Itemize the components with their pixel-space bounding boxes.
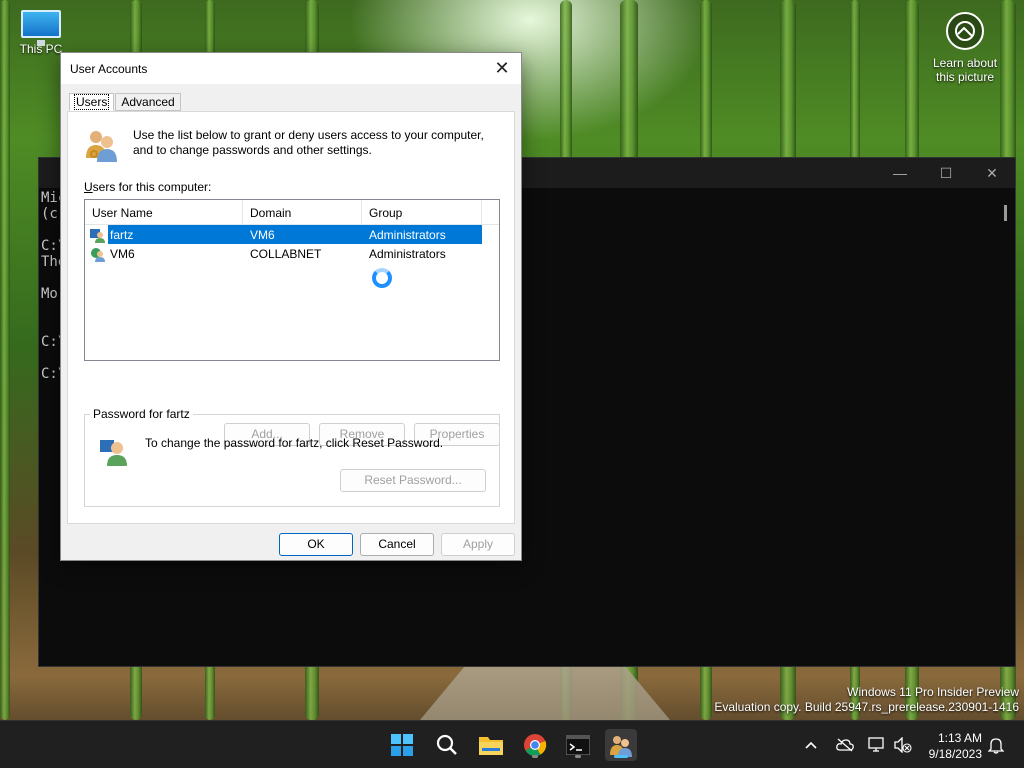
column-header-group[interactable]: Group [362,200,482,224]
clock-date: 9/18/2023 [928,747,982,761]
user-name-cell: fartz [108,225,243,244]
chrome-icon[interactable] [519,729,551,761]
learn-about-picture[interactable]: Learn about this picture [920,12,1010,84]
column-header-domain[interactable]: Domain [243,200,362,224]
user-accounts-dialog[interactable]: User Accounts ✕ Users Advanced Use the l… [60,52,522,561]
show-hidden-icons-chevron-icon[interactable] [804,721,818,768]
search-icon[interactable] [431,729,463,761]
tab-users[interactable]: Users [69,93,115,111]
notification-bell-icon[interactable] [988,721,1004,768]
terminal-icon[interactable] [562,729,594,761]
system-clock[interactable]: 1:13 AM 9/18/2023 [929,730,982,762]
clock-time: 1:13 AM [937,731,982,745]
ok-button[interactable]: OK [279,533,353,556]
volume-muted-icon[interactable] [894,721,912,768]
start-icon[interactable] [386,729,418,761]
apply-button[interactable]: Apply [441,533,515,556]
users-tab-panel: Use the list below to grant or deny user… [67,111,515,524]
table-row[interactable]: fartz VM6 Administrators [85,225,499,244]
cancel-button[interactable]: Cancel [360,533,434,556]
dialog-titlebar: User Accounts [61,53,521,84]
password-group-title: Password for fartz [90,407,193,421]
user-password-icon [100,440,127,466]
dialog-title: User Accounts [70,61,148,76]
user-accounts-icon[interactable] [605,729,637,761]
user-name-cell: VM6 [110,246,135,261]
group-cell: Administrators [369,246,446,261]
camera-icon [946,12,984,50]
taskbar: 1:13 AM 9/18/2023 [0,720,1024,768]
table-row[interactable]: VM6 COLLABNET Administrators [85,244,499,263]
group-cell: Administrators [362,225,482,244]
dialog-close-button[interactable]: ✕ [491,58,513,80]
loading-spinner-icon [372,268,392,288]
intro-text: Use the list below to grant or deny user… [133,128,484,157]
listview-header: User Name Domain Group [85,200,499,225]
user-icon [90,228,105,243]
minimize-icon[interactable]: — [877,165,923,181]
domain-cell: VM6 [243,225,362,244]
terminal-scrollbar[interactable] [1004,205,1007,221]
tab-strip: Users Advanced [69,93,182,111]
user-globe-icon [91,247,105,262]
password-groupbox [84,414,500,507]
users-listview[interactable]: User Name Domain Group fartz VM6 Adminis… [84,199,500,361]
tab-advanced[interactable]: Advanced [115,93,181,111]
onedrive-offline-icon[interactable] [836,721,854,768]
reset-password-button[interactable]: Reset Password... [340,469,486,492]
network-icon[interactable] [868,721,886,768]
column-header-user-name[interactable]: User Name [85,200,243,224]
users-list-label: Users for this computer: [84,180,212,194]
domain-cell: COLLABNET [250,246,322,261]
this-pc-desktop-icon[interactable]: This PC [14,8,68,56]
password-instructions: To change the password for fartz, click … [145,436,444,450]
users-icon [86,131,117,162]
evaluation-watermark: Windows 11 Pro Insider Preview Evaluatio… [714,685,1019,714]
monitor-icon [21,10,61,46]
close-icon[interactable]: ✕ [969,165,1015,182]
maximize-icon[interactable]: ☐ [923,165,969,182]
file-explorer-icon[interactable] [475,729,507,761]
